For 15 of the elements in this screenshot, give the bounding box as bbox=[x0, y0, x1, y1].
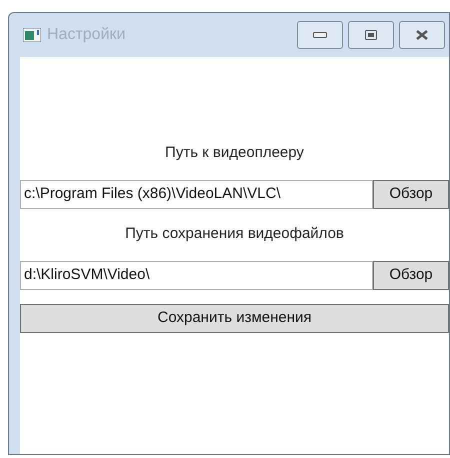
close-icon bbox=[415, 30, 429, 40]
save-button[interactable]: Сохранить изменения bbox=[20, 304, 449, 333]
app-icon bbox=[23, 28, 41, 42]
minimize-icon bbox=[313, 32, 327, 38]
field-label: Путь к видеоплееру bbox=[164, 143, 305, 163]
maximize-icon bbox=[365, 30, 377, 40]
browse-button[interactable]: Обзор bbox=[373, 261, 449, 290]
path-field[interactable]: c:\Program Files (x86)\VideoLAN\VLC\ bbox=[20, 180, 373, 209]
minimize-button[interactable] bbox=[297, 21, 343, 49]
maximize-button[interactable] bbox=[348, 21, 394, 49]
path-field[interactable]: d:\KliroSVM\Video\ bbox=[20, 261, 373, 290]
window-title: Настройки bbox=[47, 25, 126, 45]
field-label: Путь сохранения видеофайлов bbox=[124, 224, 345, 244]
close-button[interactable] bbox=[399, 21, 445, 49]
browse-button[interactable]: Обзор bbox=[373, 180, 449, 209]
